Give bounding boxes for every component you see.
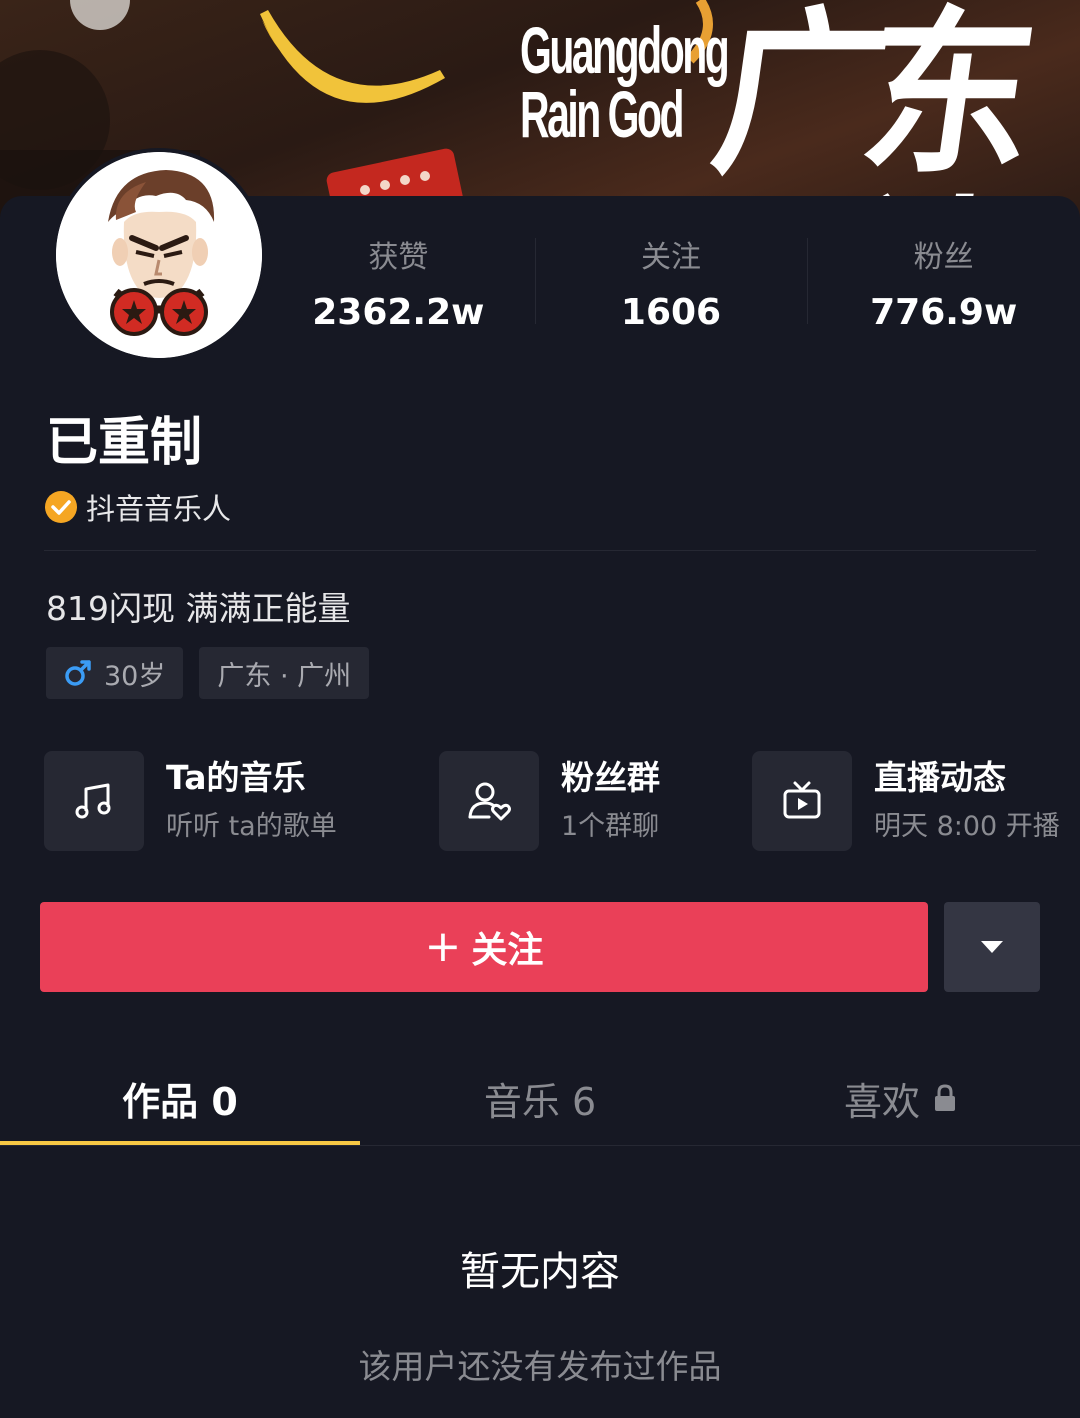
profile-name: 已重制 xyxy=(46,413,203,473)
caret-down-icon xyxy=(981,941,1003,953)
empty-state-title: 暂无内容 xyxy=(460,1249,620,1295)
stat-label: 粉丝 xyxy=(913,240,974,275)
empty-state-subtitle: 该用户还没有发布过作品 xyxy=(358,1347,722,1386)
feature-title: 直播动态 xyxy=(874,758,1006,797)
profile-bio: 819闪现 满满正能量 xyxy=(46,589,351,628)
feature-fan-group[interactable]: 粉丝群 1个群聊 xyxy=(439,751,660,851)
verification-badge[interactable]: 抖音音乐人 xyxy=(44,488,231,526)
feature-entries: Ta的音乐 听听 ta的歌单 粉丝群 1个群聊 直播动态 明天 8:00 开播 xyxy=(44,751,1080,851)
feature-subtitle: 明天 8:00 开播 xyxy=(874,811,1060,842)
stat-likes[interactable]: 获赞 2362.2w xyxy=(262,238,535,333)
verified-check-icon xyxy=(45,491,77,523)
stat-value: 1606 xyxy=(620,292,722,333)
follow-button[interactable]: + 关注 xyxy=(40,902,928,992)
divider xyxy=(44,550,1036,551)
tab-label: 作品 0 xyxy=(122,1079,238,1124)
stat-value: 776.9w xyxy=(870,292,1018,333)
more-options-button[interactable] xyxy=(944,902,1040,992)
verification-label: 抖音音乐人 xyxy=(86,492,232,526)
tab-likes[interactable]: 喜欢 xyxy=(720,1050,1080,1146)
feature-subtitle: 听听 ta的歌单 xyxy=(166,811,337,842)
profile-tags: 30岁 广东 · 广州 xyxy=(46,647,370,699)
feature-live[interactable]: 直播动态 明天 8:00 开播 xyxy=(752,751,1060,851)
stat-label: 获赞 xyxy=(368,240,429,275)
feature-music[interactable]: Ta的音乐 听听 ta的歌单 xyxy=(44,751,337,851)
feature-title: Ta的音乐 xyxy=(166,758,306,797)
tag-location: 广东 · 广州 xyxy=(199,647,370,699)
feature-icon-box xyxy=(44,751,144,851)
stat-label: 关注 xyxy=(641,240,701,275)
feature-icon-box xyxy=(752,751,852,851)
feature-subtitle: 1个群聊 xyxy=(561,811,660,842)
music-note-icon xyxy=(75,783,111,819)
tag-age-text: 30岁 xyxy=(104,660,166,692)
banner-title-english: Guangdong Rain God xyxy=(520,13,730,151)
tab-label: 音乐 6 xyxy=(483,1079,597,1124)
avatar[interactable] xyxy=(52,148,266,362)
stat-followers[interactable]: 粉丝 776.9w xyxy=(807,238,1080,333)
tv-live-icon xyxy=(783,781,821,819)
tab-label: 喜欢 xyxy=(843,1079,920,1124)
stat-following[interactable]: 关注 1606 xyxy=(534,238,808,333)
lock-icon xyxy=(935,1084,955,1111)
male-gender-icon xyxy=(65,660,91,686)
fan-group-icon xyxy=(468,782,511,821)
tab-music[interactable]: 音乐 6 xyxy=(360,1050,720,1146)
tag-age: 30岁 xyxy=(46,647,184,699)
plus-icon: + xyxy=(424,921,462,972)
content-tabs: 作品 0 音乐 6 喜欢 xyxy=(0,1050,1080,1146)
avatar-cartoon-icon xyxy=(56,152,262,358)
stat-value: 2362.2w xyxy=(312,292,485,333)
tab-works[interactable]: 作品 0 xyxy=(0,1050,360,1146)
tag-location-text: 广东 · 广州 xyxy=(217,660,352,692)
tabs-divider xyxy=(0,1145,1080,1146)
feature-title: 粉丝群 xyxy=(561,758,660,797)
profile-stats: 获赞 2362.2w 关注 1606 粉丝 776.9w xyxy=(262,238,1080,333)
feature-icon-box xyxy=(439,751,539,851)
follow-button-label: 关注 xyxy=(471,930,544,971)
